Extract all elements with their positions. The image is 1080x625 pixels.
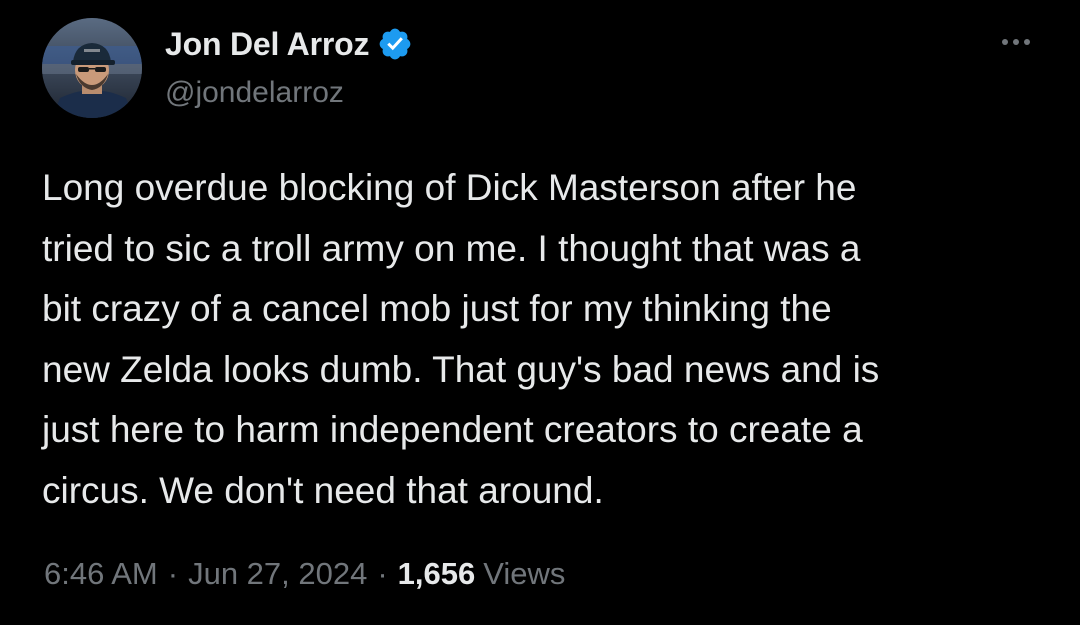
meta-separator: ·: [167, 556, 179, 591]
tweet-meta: 6:46 AM · Jun 27, 2024 · 1,656 Views: [44, 556, 565, 592]
more-horizontal-icon: [1002, 39, 1008, 45]
more-horizontal-icon: [1013, 39, 1019, 45]
verified-badge-icon[interactable]: [377, 26, 413, 62]
author-handle[interactable]: @jondelarroz: [165, 76, 344, 110]
avatar-photo-icon: [42, 18, 142, 118]
meta-separator: ·: [377, 556, 388, 591]
tweet-text-line: tried to sic a troll army on me. I thoug…: [42, 227, 861, 269]
tweet-text-line: just here to harm independent creators t…: [42, 409, 863, 450]
views-count[interactable]: 1,656: [398, 556, 476, 592]
more-options-button[interactable]: [992, 28, 1040, 56]
tweet-text: Long overdue blocking of Dick Masterson …: [42, 158, 1052, 521]
tweet-card: Jon Del Arroz @jondelarroz Long overdue …: [0, 0, 1080, 625]
tweet-time[interactable]: 6:46 AM: [44, 556, 158, 592]
tweet-text-line: Long overdue blocking of Dick Masterson …: [42, 167, 857, 208]
views-label: Views: [483, 556, 566, 591]
tweet-date[interactable]: Jun 27, 2024: [188, 556, 367, 592]
tweet-text-line: circus. We don't need that around.: [42, 469, 604, 511]
author-avatar[interactable]: [42, 18, 142, 118]
tweet-text-line: bit crazy of a cancel mob just for my th…: [42, 288, 832, 329]
more-horizontal-icon: [1024, 39, 1030, 45]
author-name-row: Jon Del Arroz: [165, 22, 413, 66]
tweet-text-line: new Zelda looks dumb. That guy's bad new…: [42, 348, 880, 390]
author-display-name[interactable]: Jon Del Arroz: [165, 26, 369, 63]
